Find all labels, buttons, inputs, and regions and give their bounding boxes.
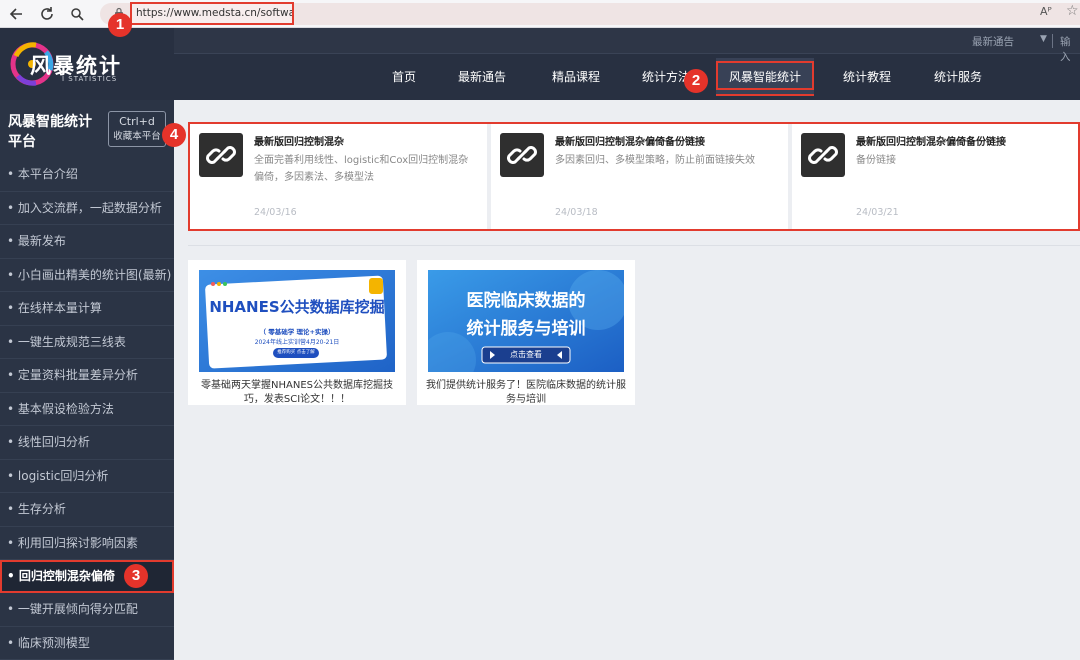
sidebar-item-logistic-regression[interactable]: • logistic回归分析: [0, 460, 174, 493]
link-card[interactable]: 最新版回归控制混杂 全面完善利用线性、logistic和Cox回归控制混杂偏倚，…: [190, 124, 487, 229]
card-description: 全面完善利用线性、logistic和Cox回归控制混杂偏倚，多因素法、多模型法: [254, 155, 469, 183]
sidebar-item-three-line-table[interactable]: • 一键生成规范三线表: [0, 326, 174, 359]
step-badge-3: 3: [124, 564, 148, 588]
sidebar-title: 风暴智能统计平台: [8, 114, 92, 150]
banner-button: 点击查看: [510, 350, 542, 359]
top-notice-strip: 最新通告 ▼ 输入: [174, 28, 1080, 63]
favorite-star-icon[interactable]: ☆: [1066, 3, 1079, 19]
nav-smart-stats[interactable]: 风暴智能统计: [716, 58, 814, 96]
promo-caption[interactable]: 零基础两天掌握NHANES公共数据库挖掘技巧，发表SCI论文！！！: [196, 379, 398, 407]
step-badge-2: 2: [684, 69, 708, 93]
bookmark-text: 收藏本平台: [113, 131, 161, 142]
bookmark-hint[interactable]: Ctrl+d 收藏本平台: [108, 111, 166, 147]
chevron-down-icon[interactable]: ▼: [1040, 34, 1047, 44]
browser-toolbar: https://www.medsta.cn/software Aᴾ ☆: [0, 0, 1080, 28]
main-content: 最新版回归控制混杂 全面完善利用线性、logistic和Cox回归控制混杂偏倚，…: [174, 100, 1080, 660]
sidebar-item-batch-diff[interactable]: • 定量资料批量差异分析: [0, 359, 174, 393]
card-title[interactable]: 最新版回归控制混杂偏倚备份链接: [555, 133, 705, 148]
sidebar-item-prediction-model[interactable]: • 临床预测模型: [0, 627, 174, 660]
step-badge-4: 4: [162, 123, 186, 147]
nav-tutorials[interactable]: 统计教程: [814, 58, 920, 96]
reload-icon[interactable]: [36, 3, 58, 25]
sidebar-item-sample-size[interactable]: • 在线样本量计算: [0, 292, 174, 326]
sidebar-item-hypothesis-tests[interactable]: • 基本假设检验方法: [0, 393, 174, 426]
promo-banner-clinical[interactable]: 医院临床数据的 统计服务与培训 点击查看: [428, 270, 624, 372]
link-cards-highlight: 最新版回归控制混杂 全面完善利用线性、logistic和Cox回归控制混杂偏倚，…: [188, 122, 1080, 231]
logo-subtitle: I STATISTICS: [62, 75, 118, 83]
sidebar-item-latest[interactable]: • 最新发布: [0, 225, 174, 259]
site-header: 最新通告 ▼ 输入 风暴统计 I STATISTICS 首页 最新通告 精品课程…: [0, 28, 1080, 100]
nav-home[interactable]: 首页: [380, 58, 428, 96]
back-arrow-icon[interactable]: [6, 3, 28, 25]
search-icon[interactable]: [66, 3, 88, 25]
sidebar-menu: • 本平台介绍 • 加入交流群，一起数据分析 • 最新发布 • 小白画出精美的统…: [0, 158, 174, 660]
card-date: 24/03/16: [254, 207, 297, 218]
nav-services[interactable]: 统计服务: [920, 58, 996, 96]
promo-card-clinical[interactable]: 医院临床数据的 统计服务与培训 点击查看 我们提供统计服务了！医院临床数据的统计…: [417, 260, 635, 405]
promo-caption[interactable]: 我们提供统计服务了！医院临床数据的统计服务与培训: [425, 379, 627, 407]
section-divider: [188, 245, 1080, 246]
link-icon: [199, 133, 243, 177]
link-card[interactable]: 最新版回归控制混杂偏倚备份链接 备份链接 24/03/21: [792, 124, 1078, 229]
link-card[interactable]: 最新版回归控制混杂偏倚备份链接 多因素回归、多模型策略，防止前面链接失效 24/…: [491, 124, 788, 229]
link-icon: [500, 133, 544, 177]
step-badge-1: 1: [108, 13, 132, 37]
card-date: 24/03/21: [856, 207, 899, 218]
search-input[interactable]: 输入: [1060, 34, 1080, 64]
divider: [1052, 34, 1053, 48]
url-text[interactable]: https://www.medsta.cn/software: [130, 2, 294, 25]
banner-line-1: 医院临床数据的: [466, 291, 586, 311]
banner-subtitle: （ 零基础学 理论+实操）: [259, 328, 335, 336]
promo-banner-nhanes[interactable]: NHANES公共数据库挖掘 （ 零基础学 理论+实操） 2024年线上实训营4月…: [199, 270, 395, 372]
read-aloud-icon[interactable]: Aᴾ: [1040, 5, 1052, 18]
card-description: 备份链接: [856, 155, 896, 166]
nav-courses[interactable]: 精品课程: [536, 58, 616, 96]
sidebar-item-psm[interactable]: • 一键开展倾向得分匹配: [0, 593, 174, 627]
banner-line-2: 统计服务与培训: [466, 319, 586, 339]
sidebar-item-survival[interactable]: • 生存分析: [0, 493, 174, 527]
nav-latest-notice[interactable]: 最新通告: [428, 58, 536, 96]
sidebar-item-charts[interactable]: • 小白画出精美的统计图(最新): [0, 259, 174, 292]
highlight-box: [716, 61, 814, 90]
sidebar-item-linear-regression[interactable]: • 线性回归分析: [0, 426, 174, 460]
sidebar-item-join-group[interactable]: • 加入交流群，一起数据分析: [0, 192, 174, 225]
sidebar-item-intro[interactable]: • 本平台介绍: [0, 158, 174, 192]
card-title[interactable]: 最新版回归控制混杂: [254, 133, 344, 148]
sidebar-item-influence-factors[interactable]: • 利用回归探讨影响因素: [0, 527, 174, 560]
notice-label: 最新通告: [972, 36, 1014, 48]
banner-date: 2024年线上实训营4月20-21日: [254, 339, 340, 346]
banner-button: 推荐购买 点击了解: [277, 350, 315, 355]
banner-title: NHANES公共数据库挖掘: [209, 298, 385, 316]
card-description: 多因素回归、多模型策略，防止前面链接失效: [555, 155, 755, 166]
promo-card-nhanes[interactable]: NHANES公共数据库挖掘 （ 零基础学 理论+实操） 2024年线上实训营4月…: [188, 260, 406, 405]
card-title[interactable]: 最新版回归控制混杂偏倚备份链接: [856, 133, 1006, 148]
bookmark-shortcut: Ctrl+d: [119, 115, 155, 128]
card-date: 24/03/18: [555, 207, 598, 218]
link-icon: [801, 133, 845, 177]
